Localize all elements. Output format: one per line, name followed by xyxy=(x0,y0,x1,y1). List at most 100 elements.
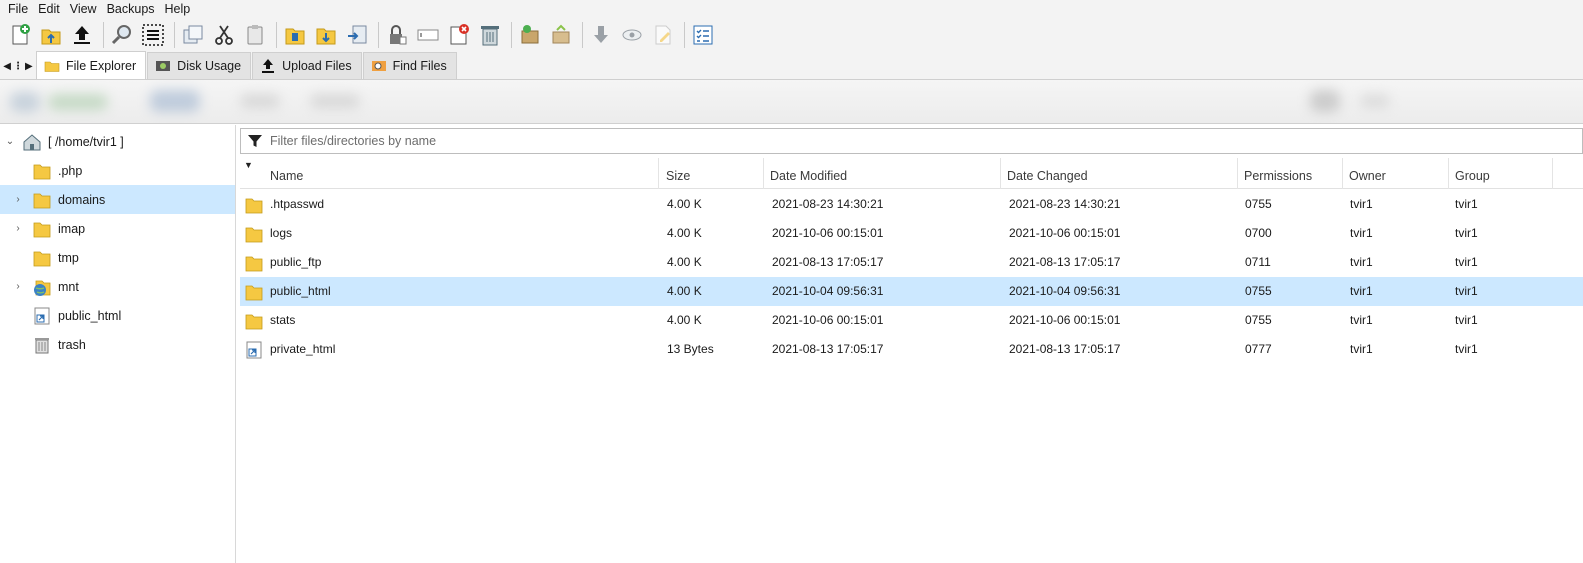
file-date-changed: 2021-10-06 00:15:01 xyxy=(1009,313,1121,327)
table-row[interactable]: .htpasswd 4.00 K 2021-08-23 14:30:21 202… xyxy=(240,190,1583,219)
globe-folder-icon xyxy=(34,280,51,296)
file-owner: tvir1 xyxy=(1350,313,1373,327)
file-name: public_html xyxy=(270,284,331,298)
chevron-down-icon[interactable]: ⌄ xyxy=(4,136,16,147)
chevron-right-icon[interactable]: › xyxy=(12,281,24,292)
menu-view[interactable]: View xyxy=(66,0,101,18)
tree-item-imap[interactable]: › imap xyxy=(0,214,235,243)
folder-icon xyxy=(33,251,51,266)
column-header-size[interactable]: Size xyxy=(659,158,764,189)
toolbar-separator xyxy=(684,22,685,48)
file-permissions: 0755 xyxy=(1245,197,1272,211)
edit-icon[interactable] xyxy=(649,21,677,49)
file-size: 13 Bytes xyxy=(667,342,714,356)
menu-backups[interactable]: Backups xyxy=(103,0,159,18)
upload-icon[interactable] xyxy=(68,21,96,49)
tab-label: Find Files xyxy=(392,59,447,73)
column-header-owner[interactable]: Owner xyxy=(1343,158,1449,189)
file-name: stats xyxy=(270,313,296,327)
table-row[interactable]: public_html 4.00 K 2021-10-04 09:56:31 2… xyxy=(240,277,1583,306)
properties-icon[interactable] xyxy=(689,21,717,49)
folder-icon xyxy=(245,314,263,329)
tab-label: Disk Usage xyxy=(177,59,242,73)
tree-item-public-html[interactable]: public_html xyxy=(0,301,235,330)
tab-scroll-arrows[interactable]: ◀ ⋮ ▶ xyxy=(0,53,36,79)
table-row[interactable]: public_ftp 4.00 K 2021-08-13 17:05:17 20… xyxy=(240,248,1583,277)
column-header-permissions[interactable]: Permissions xyxy=(1238,158,1343,189)
chevron-left-icon[interactable]: ◀ xyxy=(3,61,11,72)
rename-icon[interactable] xyxy=(414,21,442,49)
file-date-changed: 2021-10-04 09:56:31 xyxy=(1009,284,1121,298)
upload-folder-icon[interactable] xyxy=(37,21,65,49)
upload-icon xyxy=(262,59,275,73)
permissions-lock-icon[interactable] xyxy=(383,21,411,49)
toolbar-separator xyxy=(276,22,277,48)
file-group: tvir1 xyxy=(1455,313,1478,327)
menu-help[interactable]: Help xyxy=(161,0,195,18)
toolbar-separator xyxy=(511,22,512,48)
download-icon[interactable] xyxy=(587,21,615,49)
column-header-group[interactable]: Group xyxy=(1449,158,1553,189)
tree-item-label: public_html xyxy=(58,308,122,323)
compress-icon[interactable] xyxy=(516,21,544,49)
trash-icon[interactable] xyxy=(476,21,504,49)
chevron-right-icon[interactable]: › xyxy=(12,223,24,234)
file-permissions: 0700 xyxy=(1245,226,1272,240)
tab-disk-usage[interactable]: Disk Usage xyxy=(147,52,252,79)
view-icon[interactable] xyxy=(618,21,646,49)
file-owner: tvir1 xyxy=(1350,197,1373,211)
tab-label: File Explorer xyxy=(66,58,137,73)
column-header-date-modified[interactable]: Date Modified xyxy=(764,158,1001,189)
archive-icon[interactable] xyxy=(281,21,309,49)
new-file-icon[interactable] xyxy=(6,21,34,49)
menu-file[interactable]: File xyxy=(4,0,32,18)
home-icon xyxy=(23,133,41,150)
file-size: 4.00 K xyxy=(667,197,702,211)
move-icon[interactable] xyxy=(343,21,371,49)
tree-item-php[interactable]: .php xyxy=(0,156,235,185)
select-all-icon[interactable] xyxy=(139,21,167,49)
sort-desc-icon[interactable]: ▼ xyxy=(244,160,253,170)
tree-item-mnt[interactable]: › mnt xyxy=(0,272,235,301)
tab-file-explorer[interactable]: File Explorer xyxy=(36,51,147,79)
tree-item-tmp[interactable]: tmp xyxy=(0,243,235,272)
column-header-date-changed[interactable]: Date Changed xyxy=(1001,158,1238,189)
folder-icon xyxy=(33,164,51,179)
column-header-name[interactable]: Name xyxy=(262,158,659,189)
folder-icon xyxy=(33,193,51,208)
file-date-changed: 2021-08-23 14:30:21 xyxy=(1009,197,1121,211)
file-name: private_html xyxy=(270,342,336,356)
tree-item-label: mnt xyxy=(58,279,79,294)
tab-find-files[interactable]: Find Files xyxy=(362,52,457,79)
tab-label: Upload Files xyxy=(282,59,352,73)
tab-upload-files[interactable]: Upload Files xyxy=(252,52,362,79)
more-vertical-icon[interactable]: ⋮ xyxy=(13,61,23,72)
table-row[interactable]: private_html 13 Bytes 2021-08-13 17:05:1… xyxy=(240,335,1583,364)
paste-icon[interactable] xyxy=(241,21,269,49)
tree-item-domains[interactable]: › domains xyxy=(0,185,235,214)
cut-icon[interactable] xyxy=(210,21,238,49)
extract-icon[interactable] xyxy=(312,21,340,49)
table-header: ▼ Name Size Date Modified Date Changed P… xyxy=(240,158,1583,189)
decompress-icon[interactable] xyxy=(547,21,575,49)
filter-icon xyxy=(248,135,262,147)
file-date-modified: 2021-08-23 14:30:21 xyxy=(772,197,884,211)
table-row[interactable]: stats 4.00 K 2021-10-06 00:15:01 2021-10… xyxy=(240,306,1583,335)
search-icon[interactable] xyxy=(108,21,136,49)
filter-input[interactable] xyxy=(268,133,1568,149)
tree-item-trash[interactable]: trash xyxy=(0,330,235,359)
folder-icon xyxy=(245,285,263,300)
chevron-right-icon[interactable]: ▶ xyxy=(25,61,33,72)
menu-bar: File Edit View Backups Help xyxy=(0,0,1583,18)
copy-icon[interactable] xyxy=(179,21,207,49)
file-owner: tvir1 xyxy=(1350,255,1373,269)
menu-edit[interactable]: Edit xyxy=(34,0,64,18)
file-owner: tvir1 xyxy=(1350,342,1373,356)
delete-file-icon[interactable] xyxy=(445,21,473,49)
tree-root[interactable]: ⌄ [ /home/tvir1 ] xyxy=(0,127,235,156)
chevron-right-icon[interactable]: › xyxy=(12,194,24,205)
folder-icon xyxy=(245,256,263,271)
table-row[interactable]: logs 4.00 K 2021-10-06 00:15:01 2021-10-… xyxy=(240,219,1583,248)
tab-bar: ◀ ⋮ ▶ File Explorer Disk Usage Upload Fi… xyxy=(0,51,1583,80)
tree-item-label: .php xyxy=(58,163,83,178)
